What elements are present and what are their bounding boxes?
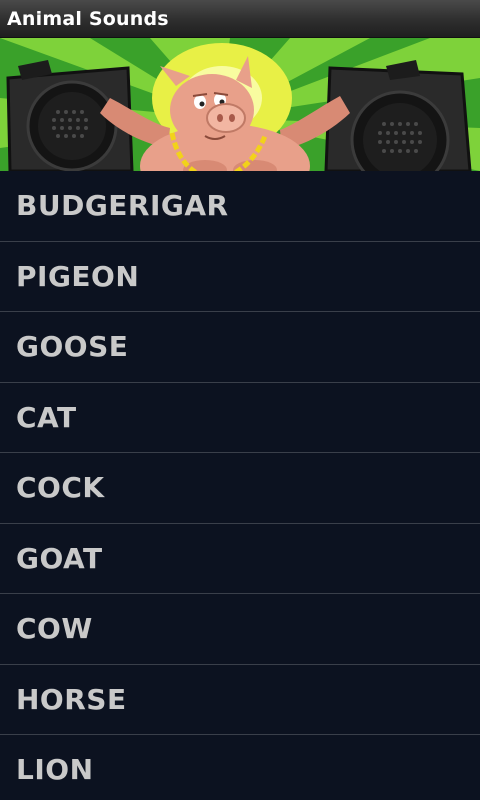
list-item-goat[interactable]: GOAT [0, 523, 480, 594]
list-item-label: GOAT [16, 541, 103, 575]
app-title: Animal Sounds [7, 7, 169, 30]
list-item-horse[interactable]: HORSE [0, 664, 480, 735]
list-item-label: LION [16, 753, 94, 787]
animal-list: BUDGERIGAR PIGEON GOOSE CAT COCK GOAT CO… [0, 171, 480, 800]
list-item-lion[interactable]: LION [0, 735, 480, 800]
list-item-goose[interactable]: GOOSE [0, 312, 480, 383]
list-item-label: PIGEON [16, 259, 140, 293]
list-item-cow[interactable]: COW [0, 594, 480, 665]
list-item-cat[interactable]: CAT [0, 382, 480, 453]
list-item-budgerigar[interactable]: BUDGERIGAR [0, 171, 480, 242]
list-item-label: HORSE [16, 682, 127, 716]
pig-dj-banner-image [0, 38, 480, 171]
app-window: Animal Sounds BUDGERIGAR PIGEON GOOSE CA… [0, 0, 480, 800]
list-item-label: GOOSE [16, 330, 129, 364]
title-bar: Animal Sounds [0, 0, 480, 38]
list-item-cock[interactable]: COCK [0, 453, 480, 524]
list-item-label: CAT [16, 400, 77, 434]
list-item-label: BUDGERIGAR [16, 189, 229, 223]
list-item-pigeon[interactable]: PIGEON [0, 241, 480, 312]
list-item-label: COCK [16, 471, 105, 505]
header-banner [0, 38, 480, 171]
list-item-label: COW [16, 612, 93, 646]
